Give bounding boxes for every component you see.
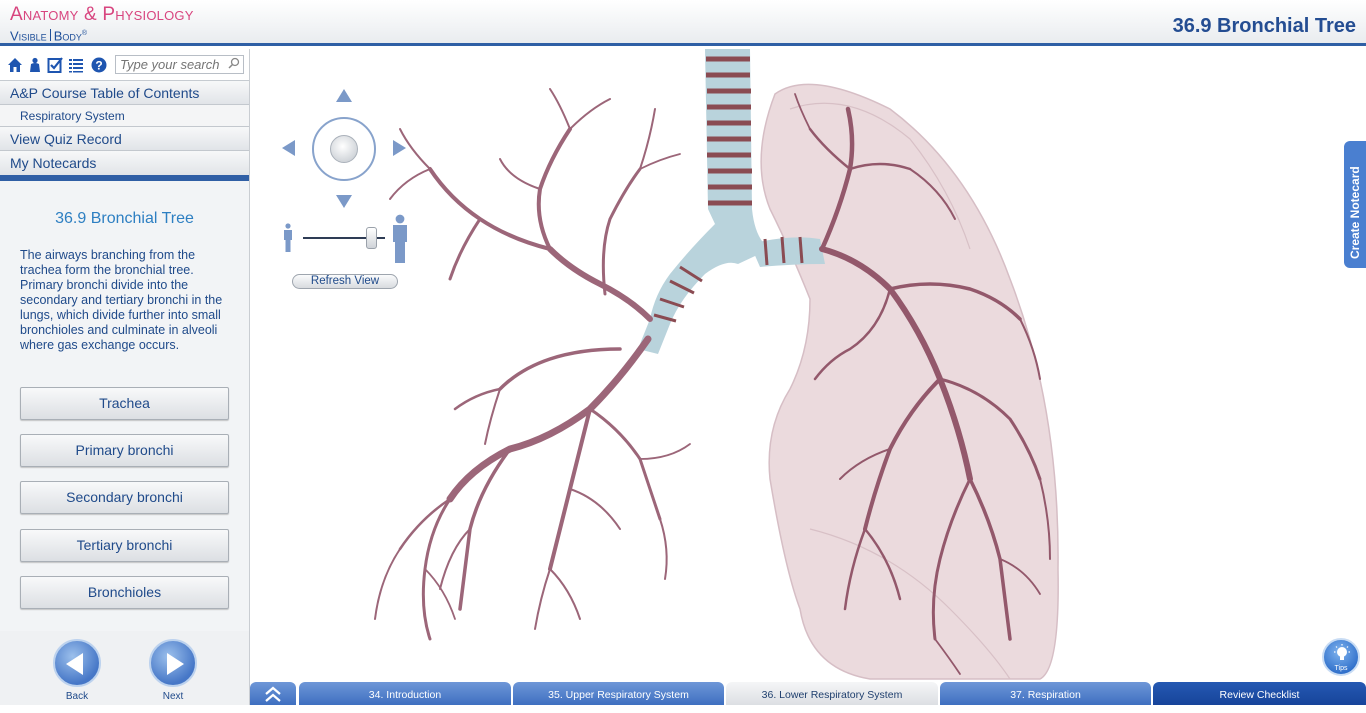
quiz-record-link[interactable]: View Quiz Record	[0, 127, 249, 151]
help-icon[interactable]: ?	[91, 57, 107, 73]
next-label: Next	[162, 691, 184, 702]
tab-introduction[interactable]: 34. Introduction	[299, 682, 511, 705]
bronchioles-button[interactable]: Bronchioles	[20, 576, 229, 609]
chapter-tabs: 34. Introduction 35. Upper Respiratory S…	[250, 682, 1366, 705]
tab-respiration[interactable]: 37. Respiration	[940, 682, 1151, 705]
section-title: 36.9 Bronchial Tree	[55, 210, 194, 227]
left-bronchial-branches[interactable]	[374, 88, 691, 641]
chevron-right-icon	[167, 653, 184, 675]
rotate-up-arrow[interactable]	[336, 89, 352, 102]
rotation-joystick[interactable]	[312, 117, 376, 181]
tab-lower-respiratory[interactable]: 36. Lower Respiratory System	[726, 682, 938, 705]
create-notecard-tab[interactable]: Create Notecard	[1344, 141, 1366, 268]
section-description: The airways branching from the trachea f…	[20, 248, 223, 352]
secondary-bronchi-button[interactable]: Secondary bronchi	[20, 481, 229, 514]
tab-review-checklist[interactable]: Review Checklist	[1153, 682, 1366, 705]
notecards-link[interactable]: My Notecards	[0, 151, 249, 175]
logo-subtitle: Visible Body®	[10, 28, 88, 44]
tips-label: Tips	[1334, 665, 1348, 672]
search-box[interactable]	[115, 55, 244, 74]
expand-tabs-button[interactable]	[250, 682, 296, 705]
app-header: Anatomy & Physiology Visible Body® 36.9 B…	[0, 0, 1366, 46]
sidebar-toolbar: ?	[0, 49, 249, 81]
search-input[interactable]	[116, 56, 224, 73]
logo-body: Body	[53, 28, 82, 44]
rotate-right-arrow[interactable]	[393, 140, 406, 156]
back-label: Back	[65, 691, 89, 702]
home-icon[interactable]	[7, 57, 23, 73]
checklist-icon[interactable]	[47, 57, 63, 73]
joystick-knob[interactable]	[330, 135, 358, 163]
primary-bronchi-button[interactable]: Primary bronchi	[20, 434, 229, 467]
svg-text:?: ?	[95, 59, 102, 73]
search-icon[interactable]	[228, 57, 240, 72]
person-icon[interactable]	[27, 57, 43, 73]
zoom-in-figure-icon[interactable]	[390, 214, 410, 264]
bronchial-tree-model[interactable]	[250, 49, 1366, 682]
back-button[interactable]	[53, 639, 101, 687]
logo-title: Anatomy & Physiology	[10, 4, 194, 25]
rotate-down-arrow[interactable]	[336, 195, 352, 208]
sidebar: ? A&P Course Table of Contents Respirato…	[0, 49, 250, 705]
refresh-view-button[interactable]: Refresh View	[292, 274, 398, 289]
rotate-left-arrow[interactable]	[282, 140, 295, 156]
toc-sub-respiratory[interactable]: Respiratory System	[0, 105, 249, 127]
tips-button[interactable]: Tips	[1322, 638, 1360, 676]
lightbulb-icon	[1334, 644, 1350, 660]
tertiary-bronchi-button[interactable]: Tertiary bronchi	[20, 529, 229, 562]
zoom-out-figure-icon[interactable]	[282, 223, 294, 253]
trachea-button[interactable]: Trachea	[20, 387, 229, 420]
double-chevron-up-icon	[265, 686, 281, 702]
toc-link[interactable]: A&P Course Table of Contents	[0, 81, 249, 105]
page-title: 36.9 Bronchial Tree	[1172, 15, 1356, 37]
content-panel: 36.9 Bronchial Tree The airways branchin…	[0, 181, 249, 631]
zoom-slider-thumb[interactable]	[366, 227, 377, 249]
tab-upper-respiratory[interactable]: 35. Upper Respiratory System	[513, 682, 724, 705]
next-button[interactable]	[149, 639, 197, 687]
chevron-left-icon	[66, 653, 83, 675]
list-icon[interactable]	[68, 57, 84, 73]
logo-visible: Visible	[10, 28, 47, 44]
model-viewer[interactable]: Refresh View Create Notecard Tips	[250, 49, 1366, 682]
right-lung	[760, 83, 1059, 680]
visible-body-logo: Anatomy & Physiology Visible Body®	[10, 4, 194, 44]
create-notecard-label: Create Notecard	[1348, 166, 1362, 259]
